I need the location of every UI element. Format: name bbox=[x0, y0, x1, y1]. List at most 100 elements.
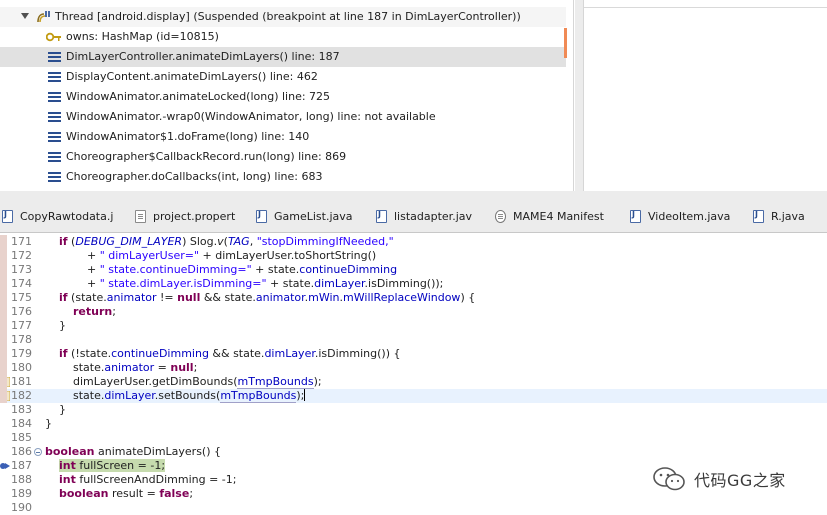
stack-frame-row[interactable]: WindowAnimator$1.doFrame(long) line: 140 bbox=[0, 127, 566, 147]
code-token: animator bbox=[106, 291, 157, 304]
stack-frame-row[interactable]: WindowAnimator.-wrap0(WindowAnimator, lo… bbox=[0, 107, 566, 127]
code-token: return bbox=[72, 305, 113, 318]
stack-frame-row[interactable]: WindowAnimator.animateLocked(long) line:… bbox=[0, 87, 566, 107]
code-token: state. bbox=[45, 361, 105, 374]
code-token: } bbox=[45, 319, 66, 332]
code-text: boolean result = false; bbox=[45, 487, 193, 501]
code-line[interactable]: 182 state.dimLayer.setBounds(mTmpBounds)… bbox=[0, 389, 827, 403]
stack-frame-label: DisplayContent.animateDimLayers() line: … bbox=[66, 70, 318, 83]
code-text: } bbox=[45, 403, 66, 417]
panel-divider[interactable] bbox=[575, 0, 583, 200]
watermark: 代码GG之家 bbox=[652, 461, 786, 497]
variables-panel bbox=[583, 0, 827, 191]
line-number: 182 bbox=[11, 389, 32, 402]
fold-toggle-icon[interactable] bbox=[34, 448, 42, 456]
stack-frame-row[interactable]: Choreographer$CallbackRecord.run(long) l… bbox=[0, 147, 566, 167]
panel-divider[interactable] bbox=[0, 191, 827, 200]
code-token: } bbox=[45, 417, 52, 430]
code-line[interactable]: 184} bbox=[0, 417, 827, 431]
code-line[interactable]: 183 } bbox=[0, 403, 827, 417]
code-line[interactable]: 177 } bbox=[0, 319, 827, 333]
code-text: if (state.animator != null && state.anim… bbox=[45, 291, 475, 305]
tab-label: listadapter.jav bbox=[394, 210, 472, 223]
code-text: } bbox=[45, 319, 66, 333]
code-text: + " dimLayerUser=" + dimLayerUser.toShor… bbox=[45, 249, 376, 263]
code-line[interactable]: 181 dimLayerUser.getDimBounds(mTmpBounds… bbox=[0, 375, 827, 389]
line-number: 178 bbox=[11, 333, 32, 346]
code-token: mTmpBounds bbox=[237, 375, 314, 389]
code-token: "stopDimmingIfNeeded," bbox=[256, 235, 394, 248]
editor-tab-bar: CopyRawtodata.j project.propert GameList.j… bbox=[0, 200, 827, 233]
code-line[interactable]: 175 if (state.animator != null && state.… bbox=[0, 291, 827, 305]
wechat-logo-icon bbox=[653, 467, 685, 491]
code-line[interactable]: 172 + " dimLayerUser=" + dimLayerUser.to… bbox=[0, 249, 827, 263]
code-line[interactable]: 174 + " state.dimLayer.isDimming=" + sta… bbox=[0, 277, 827, 291]
code-line[interactable]: 185 bbox=[0, 431, 827, 445]
tab-label: project.propert bbox=[153, 210, 236, 223]
code-line[interactable]: 179 if (!state.continueDimming && state.… bbox=[0, 347, 827, 361]
code-line[interactable]: 173 + " state.continueDimming=" + state.… bbox=[0, 263, 827, 277]
code-line[interactable]: 176 return; bbox=[0, 305, 827, 319]
line-number: 173 bbox=[11, 263, 32, 276]
stack-frame-row[interactable]: Choreographer.doCallbacks(int, long) lin… bbox=[0, 167, 566, 187]
file-icon bbox=[495, 210, 506, 223]
thread-row[interactable]: Thread [android.display] (Suspended (bre… bbox=[0, 7, 566, 27]
line-number: 190 bbox=[11, 501, 32, 514]
stack-frame-label: WindowAnimator.animateLocked(long) line:… bbox=[66, 90, 331, 103]
code-line[interactable]: 171 if (DEBUG_DIM_LAYER) Slog.v(TAG, "st… bbox=[0, 235, 827, 249]
debug-stack-panel: Thread [android.display] (Suspended (bre… bbox=[0, 0, 574, 191]
tab-label: VideoItem.java bbox=[648, 210, 731, 223]
stack-frame-row[interactable]: DimLayerController.animateDimLayers() li… bbox=[0, 47, 566, 67]
code-token: null bbox=[170, 361, 194, 374]
code-token: + state. bbox=[266, 277, 315, 290]
code-token: mTmpBounds bbox=[220, 389, 297, 403]
owns-label: owns: HashMap (id=10815) bbox=[66, 30, 219, 43]
code-token: " state.dimLayer.isDimming=" bbox=[99, 277, 267, 290]
code-token: } bbox=[45, 403, 66, 416]
code-token: DEBUG_DIM_LAYER bbox=[75, 235, 183, 248]
code-token: fullScreen = -1; bbox=[75, 459, 166, 472]
stack-frame-label: WindowAnimator$1.doFrame(long) line: 140 bbox=[66, 130, 310, 143]
code-token: dimLayer bbox=[264, 347, 315, 360]
code-token: .isDimming()) { bbox=[314, 347, 401, 360]
collapse-triangle-icon[interactable] bbox=[21, 13, 29, 19]
file-icon bbox=[753, 210, 764, 223]
file-icon bbox=[630, 210, 641, 223]
code-token: ); bbox=[296, 389, 305, 402]
owns-row[interactable]: owns: HashMap (id=10815) bbox=[0, 27, 566, 47]
text-caret bbox=[304, 389, 306, 401]
code-line[interactable]: 190 bbox=[0, 501, 827, 515]
suspended-thread-icon bbox=[37, 11, 50, 23]
scroll-thumb[interactable] bbox=[564, 28, 567, 58]
code-token: continueDimming bbox=[111, 347, 209, 360]
code-token: animator bbox=[255, 291, 305, 304]
tab-label: CopyRawtodata.j bbox=[20, 210, 114, 223]
code-text: if (!state.continueDimming && state.dimL… bbox=[45, 347, 400, 361]
line-number: 184 bbox=[11, 417, 32, 430]
code-line[interactable]: 186 boolean animateDimLayers() { bbox=[0, 445, 827, 459]
code-token: int bbox=[59, 473, 76, 486]
line-number: 188 bbox=[11, 473, 32, 486]
code-token: = bbox=[154, 361, 171, 374]
line-number: 187 bbox=[11, 459, 32, 472]
change-marker bbox=[0, 235, 7, 403]
stack-frame-icon bbox=[48, 112, 61, 123]
code-text: dimLayerUser.getDimBounds(mTmpBounds); bbox=[45, 375, 322, 389]
code-token: fullScreenAndDimming = -1; bbox=[75, 473, 237, 486]
stack-frame-icon bbox=[48, 152, 61, 163]
code-token: result = bbox=[108, 487, 160, 500]
code-token: + dimLayerUser.toShortString() bbox=[199, 249, 377, 262]
stack-frame-row[interactable]: DisplayContent.animateDimLayers() line: … bbox=[0, 67, 566, 87]
code-line[interactable]: 180 state.animator = null; bbox=[0, 361, 827, 375]
code-token: mWillReplaceWindow bbox=[343, 291, 461, 304]
stack-frame-label: WindowAnimator.-wrap0(WindowAnimator, lo… bbox=[66, 110, 436, 123]
code-token: dimLayer bbox=[314, 277, 365, 290]
code-line[interactable]: 178 bbox=[0, 333, 827, 347]
code-token: (state. bbox=[67, 291, 107, 304]
code-token: " state.continueDimming=" bbox=[99, 263, 252, 276]
line-number: 181 bbox=[11, 375, 32, 388]
code-text: return; bbox=[45, 305, 116, 319]
